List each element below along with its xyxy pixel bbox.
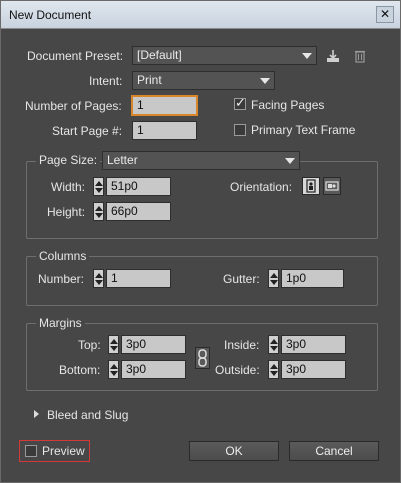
- facing-pages-checkbox[interactable]: [234, 96, 246, 111]
- expand-triangle-icon[interactable]: [34, 410, 39, 418]
- link-margins-button[interactable]: [195, 347, 210, 369]
- portrait-icon: [306, 179, 316, 193]
- height-label: Height:: [47, 205, 86, 219]
- margin-top-field[interactable]: 3p0: [121, 335, 186, 354]
- preview-label[interactable]: Preview: [42, 444, 85, 458]
- save-preset-icon[interactable]: [325, 48, 341, 64]
- margin-top-value: 3p0: [126, 337, 147, 351]
- margin-bottom-stepper[interactable]: [108, 360, 119, 379]
- intent-label: Intent:: [89, 74, 123, 88]
- height-field[interactable]: 66p0: [106, 202, 171, 221]
- page-size-group: [26, 161, 378, 239]
- page-size-value: Letter: [107, 153, 138, 167]
- document-preset-value: [Default]: [137, 48, 182, 62]
- landscape-icon: [325, 181, 339, 191]
- columns-title: Columns: [36, 249, 90, 263]
- chevron-down-icon: [260, 78, 270, 84]
- margin-top-label: Top:: [78, 338, 101, 352]
- width-field[interactable]: 51p0: [106, 177, 171, 196]
- height-stepper[interactable]: [93, 202, 104, 221]
- document-preset-label: Document Preset:: [27, 49, 124, 63]
- primary-text-frame-checkbox[interactable]: [234, 124, 246, 136]
- gutter-stepper[interactable]: [268, 269, 279, 288]
- close-button[interactable]: ✕: [376, 6, 394, 23]
- margin-inside-field[interactable]: 3p0: [281, 335, 346, 354]
- start-page-label: Start Page #:: [52, 124, 123, 138]
- gutter-field[interactable]: 1p0: [281, 269, 344, 288]
- chevron-down-icon: [285, 158, 295, 164]
- gutter-label: Gutter:: [223, 272, 260, 286]
- margin-outside-label: Outside:: [215, 363, 260, 377]
- preview-checkbox[interactable]: [25, 445, 37, 457]
- margin-inside-value: 3p0: [286, 337, 307, 351]
- margin-outside-value: 3p0: [286, 362, 307, 376]
- column-number-label: Number:: [38, 272, 85, 286]
- number-of-pages-field[interactable]: 1: [132, 96, 197, 115]
- ok-button-label: OK: [225, 444, 243, 458]
- margin-top-stepper[interactable]: [108, 335, 119, 354]
- margin-inside-stepper[interactable]: [268, 335, 279, 354]
- number-of-pages-value: 1: [137, 98, 144, 112]
- height-value: 66p0: [111, 204, 138, 218]
- width-value: 51p0: [111, 179, 138, 193]
- column-number-field[interactable]: 1: [106, 269, 171, 288]
- chevron-down-icon: [302, 53, 312, 59]
- column-number-stepper[interactable]: [93, 269, 104, 288]
- column-number-value: 1: [111, 271, 118, 285]
- gutter-value: 1p0: [286, 271, 307, 285]
- margin-outside-stepper[interactable]: [268, 360, 279, 379]
- cancel-button[interactable]: Cancel: [289, 441, 379, 461]
- width-label: Width:: [51, 180, 86, 194]
- start-page-field[interactable]: 1: [132, 121, 197, 140]
- start-page-value: 1: [137, 123, 144, 137]
- portrait-orientation-button[interactable]: [302, 177, 320, 195]
- delete-preset-icon[interactable]: [352, 48, 368, 64]
- intent-value: Print: [137, 73, 162, 87]
- document-preset-select[interactable]: [Default]: [132, 46, 317, 65]
- facing-pages-label[interactable]: Facing Pages: [251, 98, 324, 112]
- margin-inside-label: Inside:: [224, 338, 260, 352]
- new-document-dialog: New Document ✕ Document Preset: [Default…: [0, 0, 401, 483]
- landscape-orientation-button[interactable]: [323, 177, 341, 195]
- orientation-label: Orientation:: [230, 180, 293, 194]
- margin-bottom-field[interactable]: 3p0: [121, 360, 186, 379]
- primary-text-frame-label[interactable]: Primary Text Frame: [251, 123, 355, 137]
- title-bar[interactable]: New Document ✕: [1, 1, 400, 29]
- width-stepper[interactable]: [93, 177, 104, 196]
- intent-select[interactable]: Print: [132, 71, 275, 90]
- ok-button[interactable]: OK: [189, 441, 279, 461]
- margin-bottom-value: 3p0: [126, 362, 147, 376]
- close-icon: ✕: [379, 7, 391, 21]
- cancel-button-label: Cancel: [315, 444, 353, 458]
- margin-outside-field[interactable]: 3p0: [281, 360, 346, 379]
- chain-link-icon: [198, 349, 207, 367]
- number-of-pages-label: Number of Pages:: [25, 99, 122, 113]
- window-title: New Document: [9, 8, 92, 22]
- margins-title: Margins: [36, 316, 85, 330]
- margin-bottom-label: Bottom:: [59, 363, 101, 377]
- bleed-and-slug-toggle[interactable]: Bleed and Slug: [47, 408, 128, 422]
- page-size-label: Page Size:: [36, 153, 101, 167]
- page-size-select[interactable]: Letter: [102, 151, 300, 170]
